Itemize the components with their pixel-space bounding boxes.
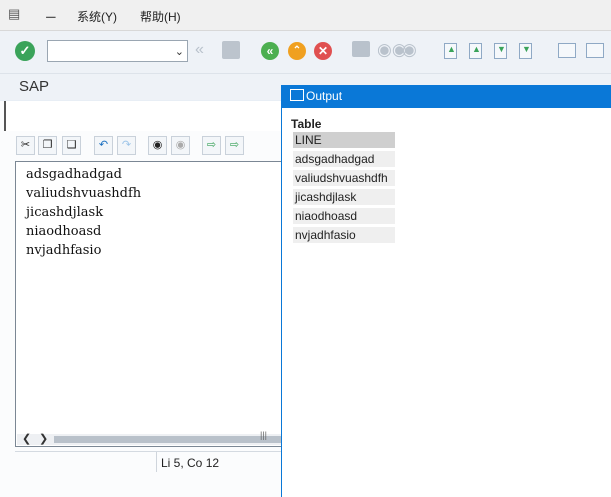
scroll-right-icon[interactable]: ❯ [39, 432, 48, 445]
export-icon[interactable]: ⇨ [225, 136, 244, 155]
text-editor[interactable]: adsgadhadgad valiudshvuashdfh jicashdjla… [15, 161, 283, 447]
table-row: adsgadhadgad [293, 151, 395, 167]
double-left-icon: « [195, 41, 204, 58]
next-page-icon[interactable]: ▼ [494, 43, 507, 59]
undo-icon[interactable]: ↶ [94, 136, 113, 155]
menu-icon[interactable]: ▤ [8, 7, 24, 21]
scroll-left-icon[interactable]: ❮ [22, 432, 31, 445]
window-icon [290, 89, 304, 101]
copy-icon[interactable]: ❐ [38, 136, 57, 155]
redo-icon[interactable]: ↷ [117, 136, 136, 155]
page-title: SAP [19, 78, 50, 95]
table-label: Table [291, 117, 322, 131]
editor-line: jicashdjlask [26, 205, 104, 220]
divider [156, 452, 157, 472]
main-content: ✂ ❐ ❑ ↶ ↷ ◉ ◉ ⇨ ⇨ adsgadhadgad valiudshv… [0, 101, 285, 497]
menu-item-help[interactable]: 帮助(H) [140, 8, 181, 25]
menu-bar: ▤ ⚊ 系统(Y) 帮助(H) [0, 0, 611, 31]
find-next-icon[interactable]: ◉ [171, 136, 190, 155]
scrollbar-thumb[interactable] [54, 436, 283, 443]
create-session-icon[interactable] [558, 43, 576, 58]
editor-line: nvjadhfasio [26, 243, 102, 258]
command-field[interactable]: ⌄ [47, 40, 188, 62]
table-row: niaodhoasd [293, 208, 395, 224]
table-row: jicashdjlask [293, 189, 395, 205]
table-row: valiudshvuashdfh [293, 170, 395, 186]
ok-icon[interactable]: ✓ [15, 41, 35, 61]
cursor-position: Li 5, Co 12 [161, 456, 220, 470]
previous-page-icon[interactable]: ▲ [469, 43, 482, 59]
grip-icon: ||| [260, 430, 268, 440]
input-line[interactable] [4, 101, 285, 131]
import-icon[interactable]: ⇨ [202, 136, 221, 155]
table-row: nvjadhfasio [293, 227, 395, 243]
print-icon [352, 41, 370, 57]
back-icon[interactable]: « [261, 42, 279, 60]
output-title-bar[interactable]: Output [282, 85, 611, 108]
save-icon [222, 41, 240, 59]
cancel-icon[interactable]: ✕ [314, 42, 332, 60]
editor-line: adsgadhadgad [26, 167, 122, 182]
up-icon[interactable]: ⌃ [288, 42, 306, 60]
shortcut-icon[interactable] [586, 43, 604, 58]
table-header: LINE [293, 132, 395, 148]
horizontal-scrollbar[interactable]: ❮ ❯ ||| [17, 430, 283, 445]
menu-item-system[interactable]: 系统(Y) [77, 8, 117, 25]
paste-icon[interactable]: ❑ [62, 136, 81, 155]
editor-status-bar: Li 5, Co 12 [15, 451, 283, 472]
find-icon[interactable]: ◉ [148, 136, 167, 155]
customize-icon[interactable]: ⚊ [45, 7, 61, 21]
output-title: Output [306, 89, 343, 103]
cut-icon[interactable]: ✂ [16, 136, 35, 155]
chevron-down-icon[interactable]: ⌄ [175, 45, 184, 58]
find-next-icon: ◉ [402, 40, 417, 59]
first-page-icon[interactable]: ▲ [444, 43, 457, 59]
editor-line: niaodhoasd [26, 224, 102, 239]
editor-line: valiudshvuashdfh [26, 186, 142, 201]
standard-toolbar: ✓ ⌄ « « ⌃ ✕ ◉◉ ◉ ▲ ▲ ▼ ▼ [0, 31, 611, 74]
output-window: Output Table LINE adsgadhadgad valiudshv… [281, 85, 611, 497]
last-page-icon[interactable]: ▼ [519, 43, 532, 59]
